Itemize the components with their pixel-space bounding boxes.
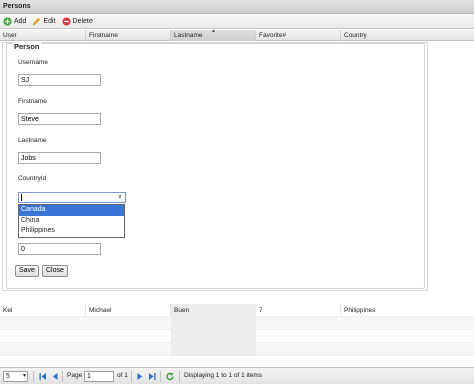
refresh-icon[interactable] <box>165 371 175 382</box>
chevron-down-icon[interactable]: ∨ <box>116 194 124 201</box>
toolbar: Add Edit Delete <box>0 14 474 29</box>
add-label: Add <box>14 17 27 25</box>
country-option-philippines[interactable]: Philippines <box>19 226 124 237</box>
person-fieldset: Person Username Firstname Lastname Count… <box>6 42 425 289</box>
cell-firstname: Michael <box>86 304 171 317</box>
page-number-input[interactable] <box>84 371 114 382</box>
country-dropdown-list: Canada China Philippines <box>18 204 125 238</box>
page-label: Page <box>67 372 83 379</box>
pencil-icon <box>33 17 41 25</box>
column-header-user[interactable]: User <box>0 30 86 41</box>
empty-cell <box>171 330 256 343</box>
add-icon <box>3 16 12 26</box>
save-button[interactable]: Save <box>15 265 39 277</box>
country-option-china[interactable]: China <box>19 216 124 227</box>
add-button[interactable]: Add <box>3 16 27 26</box>
pager-separator <box>33 371 34 382</box>
cell-country: Philippines <box>344 307 376 314</box>
column-header-favorite[interactable]: Favorite# <box>256 30 341 41</box>
firstname-field[interactable] <box>18 113 101 125</box>
username-field[interactable] <box>18 74 101 86</box>
pager-bar: 5 ▾ Page of 1 Displaying 1 to 1 of 1 ite… <box>0 367 474 384</box>
edit-button[interactable]: Edit <box>32 17 56 26</box>
close-button[interactable]: Close <box>42 265 68 277</box>
page-count-label: of 1 <box>117 372 128 379</box>
empty-cell <box>171 343 256 356</box>
country-option-canada[interactable]: Canada <box>19 205 124 216</box>
window-title: Persons <box>0 0 474 14</box>
person-legend: Person <box>12 42 42 51</box>
empty-row <box>0 317 474 330</box>
lastname-label: Lastname <box>18 137 47 144</box>
empty-cell <box>171 317 256 330</box>
username-label: Username <box>18 59 48 66</box>
table-row[interactable]: Kel Michael Buen 7 Philippines <box>0 304 474 317</box>
display-info: Displaying 1 to 1 of 1 items <box>184 372 263 379</box>
cell-lastname: Buen <box>171 304 256 317</box>
favorite-field[interactable] <box>18 243 101 255</box>
edit-label: Edit <box>43 17 56 25</box>
firstname-label: Firstname <box>18 98 47 105</box>
delete-button[interactable]: Delete <box>61 16 93 26</box>
next-page-icon[interactable] <box>135 371 145 382</box>
countryid-select[interactable]: ∨ <box>18 192 126 203</box>
pager-separator <box>179 371 180 382</box>
cell-user: Kel <box>0 304 86 317</box>
previous-page-icon[interactable] <box>50 371 60 382</box>
edit-form-panel: Person Username Firstname Lastname Count… <box>2 42 428 291</box>
chevron-down-icon: ▾ <box>22 373 26 379</box>
page-size-value: 5 <box>6 373 10 380</box>
lastname-field[interactable] <box>18 152 101 164</box>
column-header-firstname[interactable]: Firstname <box>86 30 171 41</box>
first-page-icon[interactable] <box>38 371 48 382</box>
empty-row <box>0 343 474 356</box>
sort-ascending-icon: ▲ <box>211 28 216 34</box>
delete-icon <box>61 16 71 26</box>
countryid-label: CountryId <box>18 175 47 182</box>
page-size-select[interactable]: 5 ▾ <box>3 371 28 382</box>
column-header-country[interactable]: Country <box>341 30 474 41</box>
pager-separator <box>62 371 63 382</box>
pager-separator <box>160 371 161 382</box>
grid-header: User Firstname Lastname Favorite# Countr… <box>0 28 474 41</box>
delete-label: Delete <box>72 17 93 25</box>
cell-favorite: 7 <box>256 304 341 317</box>
pager-separator <box>131 371 132 382</box>
text-cursor <box>21 194 22 201</box>
empty-row <box>0 330 474 343</box>
grid-body: Kel Michael Buen 7 Philippines <box>0 304 474 356</box>
last-page-icon[interactable] <box>147 371 157 382</box>
